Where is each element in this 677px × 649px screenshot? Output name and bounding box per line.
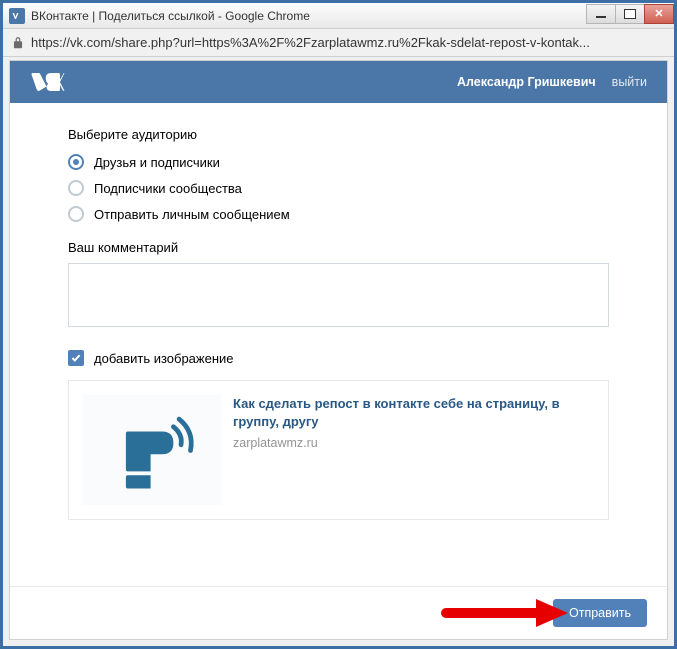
radio-label: Подписчики сообщества bbox=[94, 181, 242, 196]
checkbox-icon[interactable] bbox=[68, 350, 84, 366]
lock-icon bbox=[11, 36, 25, 50]
submit-button[interactable]: Отправить bbox=[553, 599, 647, 627]
dialog-footer: Отправить bbox=[10, 586, 667, 639]
radio-private-message[interactable]: Отправить личным сообщением bbox=[68, 206, 609, 222]
window-maximize-button[interactable] bbox=[615, 4, 645, 24]
address-bar: https://vk.com/share.php?url=https%3A%2F… bbox=[3, 29, 674, 57]
vk-header: Александр Гришкевич выйти bbox=[10, 61, 667, 103]
window-close-button[interactable] bbox=[644, 4, 674, 24]
radio-friends[interactable]: Друзья и подписчики bbox=[68, 154, 609, 170]
comment-label: Ваш комментарий bbox=[68, 240, 609, 255]
preview-title: Как сделать репост в контакте себе на ст… bbox=[233, 395, 594, 430]
radio-icon bbox=[68, 180, 84, 196]
share-form: Выберите аудиторию Друзья и подписчики П… bbox=[10, 103, 667, 586]
preview-domain: zarplatawmz.ru bbox=[233, 436, 594, 450]
comment-textarea[interactable] bbox=[68, 263, 609, 327]
url-text[interactable]: https://vk.com/share.php?url=https%3A%2F… bbox=[31, 35, 666, 50]
preview-thumbnail bbox=[83, 395, 221, 505]
vk-favicon bbox=[9, 8, 25, 24]
radio-label: Друзья и подписчики bbox=[94, 155, 220, 170]
window-minimize-button[interactable] bbox=[586, 4, 616, 24]
add-image-row[interactable]: добавить изображение bbox=[68, 350, 609, 366]
username-label: Александр Гришкевич bbox=[457, 75, 596, 89]
vk-logo-icon bbox=[30, 71, 66, 93]
logout-link[interactable]: выйти bbox=[612, 75, 647, 89]
radio-icon bbox=[68, 206, 84, 222]
radio-icon bbox=[68, 154, 84, 170]
radio-label: Отправить личным сообщением bbox=[94, 207, 290, 222]
link-preview: Как сделать репост в контакте себе на ст… bbox=[68, 380, 609, 520]
radio-community[interactable]: Подписчики сообщества bbox=[68, 180, 609, 196]
window-controls bbox=[587, 4, 674, 24]
window-title: ВКонтакте | Поделиться ссылкой - Google … bbox=[31, 9, 587, 23]
window-titlebar: ВКонтакте | Поделиться ссылкой - Google … bbox=[3, 3, 674, 29]
audience-title: Выберите аудиторию bbox=[68, 127, 609, 142]
add-image-label: добавить изображение bbox=[94, 351, 234, 366]
vk-share-dialog: Александр Гришкевич выйти Выберите аудит… bbox=[9, 60, 668, 640]
